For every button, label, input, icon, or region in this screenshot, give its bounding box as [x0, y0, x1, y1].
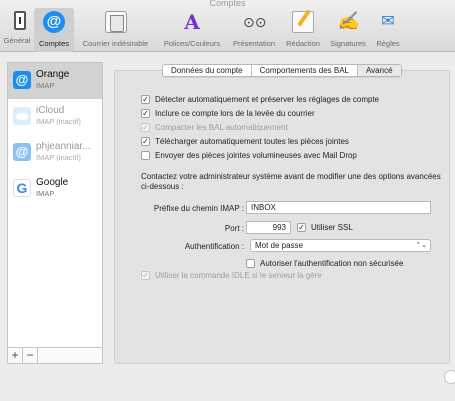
port-label: Port :: [224, 224, 244, 233]
authentication-select[interactable]: Mot de passe ⌃⌄: [250, 239, 431, 252]
toolbar-junk-mail[interactable]: Courrier indésirable: [74, 8, 157, 52]
account-type: IMAP: [36, 189, 55, 198]
account-type: IMAP (inactif): [36, 117, 81, 126]
imap-prefix-label: Préfixe du chemin IMAP :: [153, 204, 244, 213]
toolbar-label: Rédaction: [286, 39, 320, 48]
toolbar-label: Règles: [376, 39, 400, 48]
option-include-account[interactable]: ✓ Inclure ce compte lors de la levée du …: [141, 108, 315, 119]
remove-account-button[interactable]: −: [23, 348, 38, 363]
option-use-ssl[interactable]: ✓ Utiliser SSL: [297, 222, 353, 233]
account-name: Orange: [36, 69, 70, 80]
option-label: Envoyer des pièces jointes volumineuses …: [155, 151, 357, 160]
pencil-icon: [292, 11, 314, 33]
checkbox[interactable]: ✓: [141, 109, 150, 118]
updown-arrow-icon: ⌃⌄: [415, 242, 427, 249]
account-name: phjeanniar...: [36, 141, 91, 152]
toolbar-label: Polices/Couleurs: [163, 39, 221, 48]
google-icon: G: [13, 179, 31, 197]
tab-advanced[interactable]: Avancé: [357, 65, 401, 76]
authentication-label: Authentification :: [184, 242, 244, 251]
option-label: Inclure ce compte lors de la levée du co…: [155, 109, 315, 118]
at-sign-icon: @: [13, 71, 31, 89]
junk-trash-icon: [104, 11, 127, 33]
cloud-icon: [13, 107, 31, 125]
port-field[interactable]: 993: [246, 221, 291, 234]
checkbox[interactable]: ✓: [141, 95, 150, 104]
glasses-icon: ⊙⊙: [243, 14, 267, 30]
toolbar-label: Général: [3, 36, 31, 45]
account-type: IMAP (inactif): [36, 153, 81, 162]
toolbar-composing[interactable]: Rédaction: [281, 8, 325, 52]
toolbar-label: Présentation: [232, 39, 276, 48]
authentication-value: Mot de passe: [255, 241, 304, 250]
toolbar-signatures[interactable]: ✍ Signatures: [325, 8, 371, 52]
option-mail-drop[interactable]: Envoyer des pièces jointes volumineuses …: [141, 150, 357, 161]
tab-mailbox-behaviors[interactable]: Comportements des BAL: [252, 65, 358, 76]
account-name: Google: [36, 177, 69, 188]
option-label: Télécharger automatiquement toutes les p…: [155, 137, 349, 146]
checkbox[interactable]: [246, 259, 255, 268]
option-label: Compacter les BAL automatiquement: [155, 123, 288, 132]
account-icloud[interactable]: iCloud IMAP (inactif): [8, 99, 102, 135]
admin-notice: Contactez votre administrateur système a…: [141, 172, 441, 191]
account-name: iCloud: [36, 105, 65, 116]
option-compact-mailboxes: ✓ Compacter les BAL automatiquement: [141, 122, 288, 133]
add-account-button[interactable]: +: [8, 348, 23, 363]
tab-account-info[interactable]: Données du compte: [163, 65, 252, 76]
toolbar-items: Général @ Comptes Courrier indésirable A…: [0, 8, 405, 52]
help-button[interactable]: [444, 370, 455, 384]
toolbar-viewing[interactable]: ⊙⊙ Présentation: [227, 8, 281, 52]
at-sign-icon: @: [13, 143, 31, 161]
at-sign-icon: @: [43, 11, 65, 33]
option-detect-settings[interactable]: ✓ Détecter automatiquement et préserver …: [141, 94, 379, 105]
option-label: Utiliser SSL: [311, 223, 353, 232]
accounts-list-footer: + −: [7, 347, 103, 364]
toolbar-label: Courrier indésirable: [82, 39, 149, 48]
option-label: Détecter automatiquement et préserver le…: [155, 95, 380, 104]
toolbar-label: Signatures: [330, 39, 366, 48]
checkbox[interactable]: ✓: [297, 223, 306, 232]
switch-icon: [13, 11, 26, 30]
window-title: Comptes: [209, 0, 246, 8]
checkbox[interactable]: ✓: [141, 137, 150, 146]
option-label: Autoriser l'authentification non sécuris…: [260, 259, 404, 268]
option-download-attachments[interactable]: ✓ Télécharger automatiquement toutes les…: [141, 136, 349, 147]
option-insecure-auth[interactable]: Autoriser l'authentification non sécuris…: [246, 258, 403, 269]
option-label: Utiliser la commande IDLE si le serveur …: [155, 271, 322, 280]
account-phjeanniard[interactable]: @ phjeanniar... IMAP (inactif): [8, 135, 102, 171]
rules-envelope-icon: ✉: [381, 13, 395, 30]
fonts-icon: A: [184, 10, 200, 34]
toolbar-rules[interactable]: ✉ Règles: [371, 8, 405, 52]
account-type: IMAP: [36, 81, 55, 90]
toolbar-fonts-colors[interactable]: A Polices/Couleurs: [157, 8, 227, 52]
toolbar-general[interactable]: Général: [0, 8, 34, 52]
toolbar-accounts[interactable]: @ Comptes: [34, 8, 74, 52]
signature-icon: ✍: [337, 11, 360, 32]
checkbox: ✓: [141, 123, 150, 132]
toolbar-label: Comptes: [38, 39, 69, 48]
accounts-list: @ Orange IMAP iCloud IMAP (inactif) @ ph…: [7, 62, 103, 364]
segmented-tabs: Données du compte Comportements des BAL …: [162, 64, 402, 77]
toolbar: Comptes Général @ Comptes Courrier indés…: [0, 0, 455, 52]
option-idle-command: ✓ Utiliser la commande IDLE si le serveu…: [141, 270, 322, 281]
account-google[interactable]: G Google IMAP: [8, 171, 102, 207]
account-orange[interactable]: @ Orange IMAP: [8, 63, 102, 99]
checkbox: ✓: [141, 271, 150, 280]
checkbox[interactable]: [141, 151, 150, 160]
imap-prefix-field[interactable]: INBOX: [246, 201, 431, 214]
